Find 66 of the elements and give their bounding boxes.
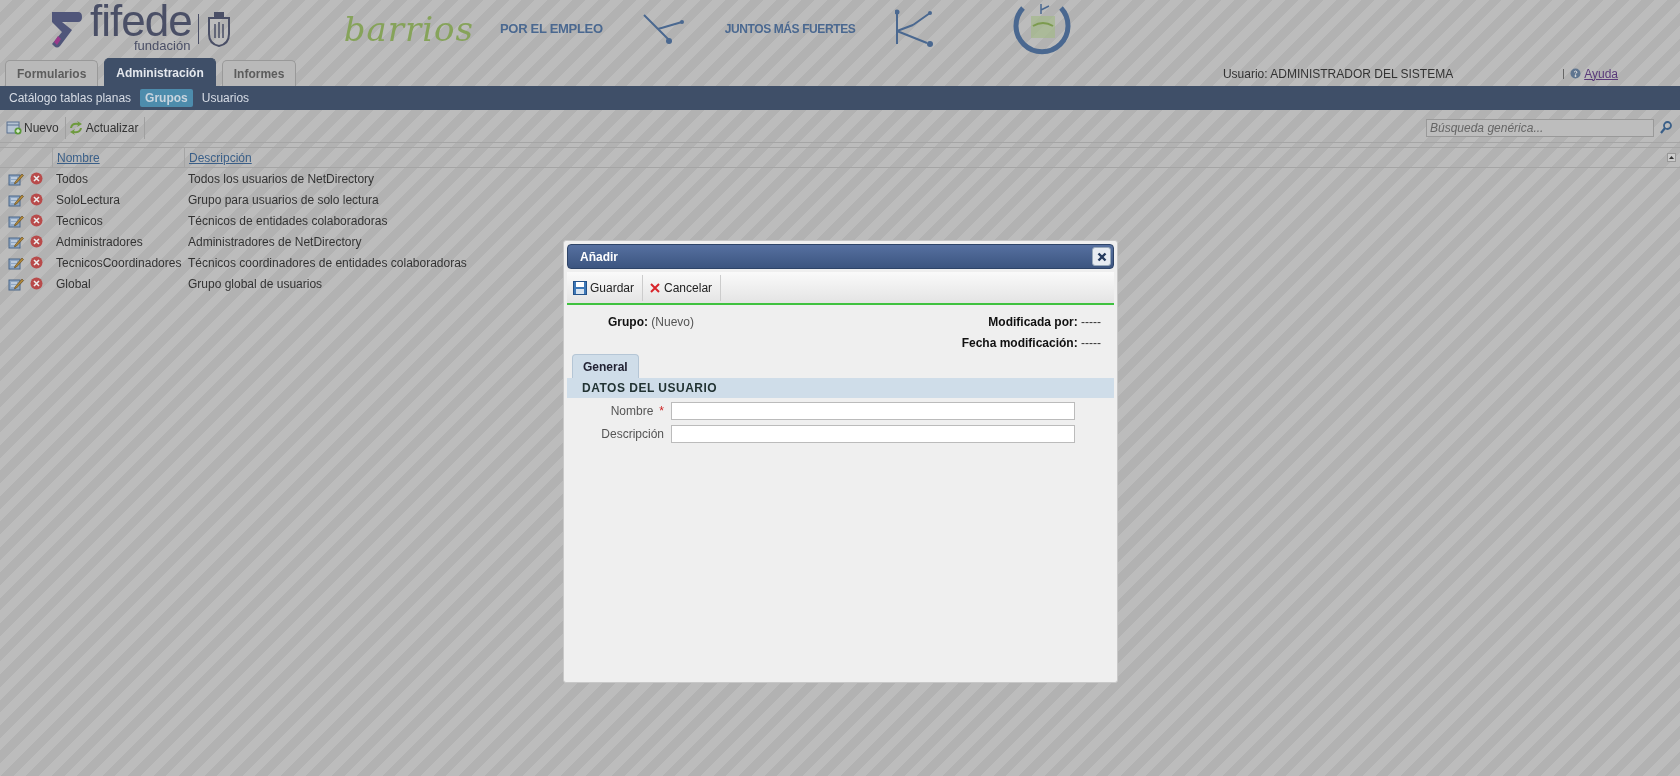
dialog-title: Añadir	[580, 249, 618, 264]
cancel-icon	[649, 281, 662, 294]
save-icon	[573, 280, 587, 295]
search-icon[interactable]	[1660, 121, 1672, 134]
edit-icon[interactable]	[8, 255, 24, 270]
table-cell: Global	[56, 276, 91, 291]
group-label: Grupo:	[608, 315, 648, 329]
divider-line-icon	[197, 13, 200, 44]
delete-icon[interactable]	[30, 235, 43, 248]
nav-tab[interactable]: Administración	[104, 58, 216, 86]
nav-tab[interactable]: Informes	[221, 60, 297, 86]
table-cell: Todos los usuarios de NetDirectory	[188, 171, 375, 186]
input-field[interactable]	[671, 425, 1075, 443]
table-cell: Tecnicos	[56, 213, 103, 228]
table-cell: Técnicos coordinadores de entidades colaboradoras	[188, 255, 467, 270]
add-table-icon	[6, 120, 22, 135]
column-header[interactable]: Nombre	[57, 150, 100, 165]
table-cell: Grupo global de usuarios	[188, 276, 323, 291]
close-icon	[1096, 251, 1107, 262]
table-cell: Técnicos de entidades colaboradoras	[188, 213, 388, 228]
field-label: Nombre	[610, 404, 654, 418]
group-value: (Nuevo)	[651, 315, 695, 329]
close-button[interactable]	[1092, 247, 1111, 266]
refresh-icon	[67, 120, 84, 135]
edit-icon[interactable]	[8, 192, 24, 207]
table-cell: Grupo para usuarios de solo lectura	[188, 192, 379, 207]
table-cell: Administradores	[56, 234, 143, 249]
column-header[interactable]: Descripción	[189, 150, 252, 165]
subnav-item[interactable]: Catálogo tablas planas	[4, 89, 137, 107]
brand-subtitle: fundación	[134, 39, 192, 52]
delete-icon[interactable]	[30, 172, 43, 185]
table-cell: SoloLectura	[56, 192, 121, 207]
input-field[interactable]	[671, 402, 1075, 420]
field-label: Descripción	[601, 427, 664, 441]
section-header: DATOS DEL USUARIO	[567, 378, 1114, 398]
meta-info: Modificada por: -----	[988, 315, 1101, 329]
table-cell: Administradores de NetDirectory	[188, 234, 362, 249]
meta-info: Fecha modificación: -----	[961, 336, 1101, 350]
edit-icon[interactable]	[8, 171, 24, 186]
nav-tab[interactable]: Formularios	[5, 60, 99, 86]
help-icon	[1570, 68, 1582, 79]
coat-of-arms-icon	[205, 9, 232, 48]
search-field[interactable]: Búsqueda genérica...	[1426, 118, 1654, 137]
dialog-button[interactable]: Guardar	[567, 274, 644, 301]
toolbar-button[interactable]: Nuevo	[4, 116, 66, 139]
campaign-logo: barrios	[343, 8, 474, 49]
table-cell: TecnicosCoordinadores	[56, 255, 182, 270]
delete-icon[interactable]	[30, 193, 43, 206]
edit-icon[interactable]	[8, 234, 24, 249]
delete-icon[interactable]	[30, 256, 43, 269]
user-label: Usuario: ADMINISTRADOR DEL SISTEMA	[1222, 66, 1454, 81]
scroll-up-icon[interactable]	[1667, 153, 1676, 162]
delete-icon[interactable]	[30, 277, 43, 290]
table-cell: Todos	[56, 171, 89, 186]
help-link[interactable]: Ayuda	[1584, 66, 1618, 81]
campaign-tagline: POR EL EMPLEO	[500, 21, 603, 36]
dialog-button[interactable]: Cancelar	[643, 274, 722, 301]
edit-icon[interactable]	[8, 213, 24, 228]
branch-icon	[640, 11, 687, 46]
subnav-item[interactable]: Usuarios	[196, 89, 255, 107]
required-mark: *	[659, 404, 664, 418]
edit-icon[interactable]	[8, 276, 24, 291]
form-tab[interactable]: General	[572, 354, 639, 378]
toolbar-button[interactable]: Actualizar	[65, 116, 146, 139]
slogan: JUNTOS MÁS FUERTES	[724, 21, 856, 36]
delete-icon[interactable]	[30, 214, 43, 227]
